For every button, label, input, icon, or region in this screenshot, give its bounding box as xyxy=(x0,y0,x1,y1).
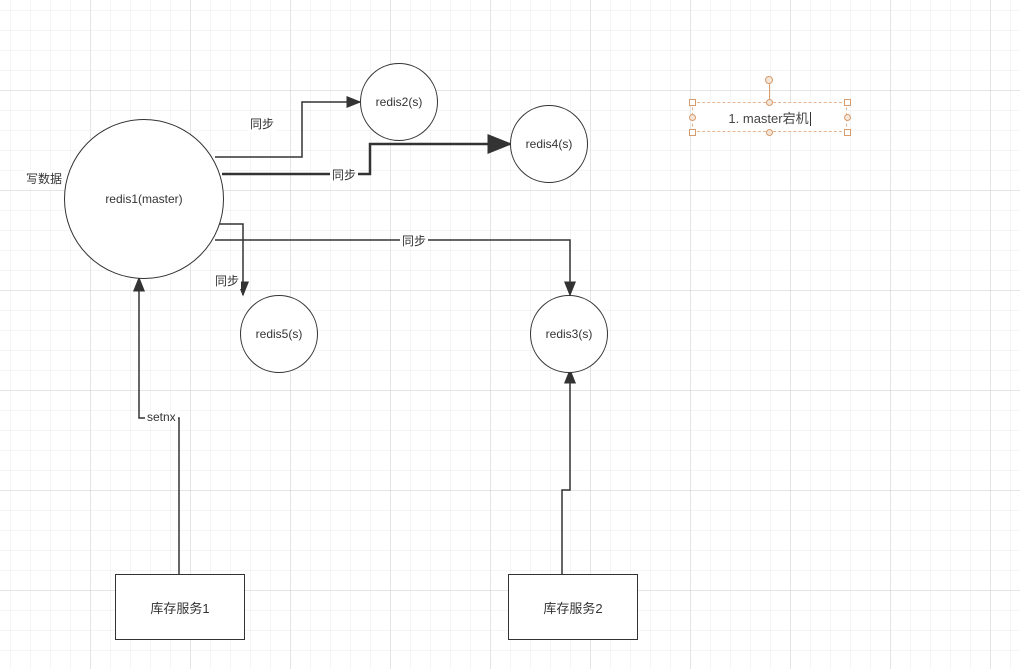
node-label: redis5(s) xyxy=(256,327,303,341)
node-redis5[interactable]: redis5(s) xyxy=(240,295,318,373)
edge-label-setnx: setnx xyxy=(145,410,178,424)
selection-handle-sw[interactable] xyxy=(689,129,696,136)
selection-handle-ne[interactable] xyxy=(844,99,851,106)
node-label: 库存服务1 xyxy=(150,598,209,617)
node-service2[interactable]: 库存服务2 xyxy=(508,574,638,640)
label-write-data: 写数据 xyxy=(24,170,64,187)
node-service1[interactable]: 库存服务1 xyxy=(115,574,245,640)
selection-handle-w[interactable] xyxy=(689,114,696,121)
connectors-layer xyxy=(0,0,1020,669)
selection-handle-n[interactable] xyxy=(766,99,773,106)
rotation-handle[interactable] xyxy=(765,76,773,84)
node-label: redis3(s) xyxy=(546,327,593,341)
node-label: redis4(s) xyxy=(526,137,573,151)
edge-label-sync-redis2: 同步 xyxy=(248,115,276,132)
node-label: redis1(master) xyxy=(105,192,182,206)
node-label: redis2(s) xyxy=(376,95,423,109)
node-redis3[interactable]: redis3(s) xyxy=(530,295,608,373)
node-label: 库存服务2 xyxy=(543,598,602,617)
edge-label-sync-redis5: 同步 xyxy=(213,272,241,289)
selection-handle-s[interactable] xyxy=(766,129,773,136)
node-redis1-master[interactable]: redis1(master) xyxy=(64,119,224,279)
selection-handle-e[interactable] xyxy=(844,114,851,121)
node-redis4[interactable]: redis4(s) xyxy=(510,105,588,183)
edge-label-sync-redis3: 同步 xyxy=(400,232,428,249)
selection-handle-se[interactable] xyxy=(844,129,851,136)
text-caret-icon xyxy=(810,112,811,126)
text-annotation-content: 1. master宕机 xyxy=(728,108,810,127)
selection-handle-nw[interactable] xyxy=(689,99,696,106)
node-redis2[interactable]: redis2(s) xyxy=(360,63,438,141)
rotation-stem xyxy=(769,84,770,100)
text-annotation-master-crash[interactable]: 1. master宕机 xyxy=(692,102,847,132)
edge-label-sync-redis4: 同步 xyxy=(330,166,358,183)
